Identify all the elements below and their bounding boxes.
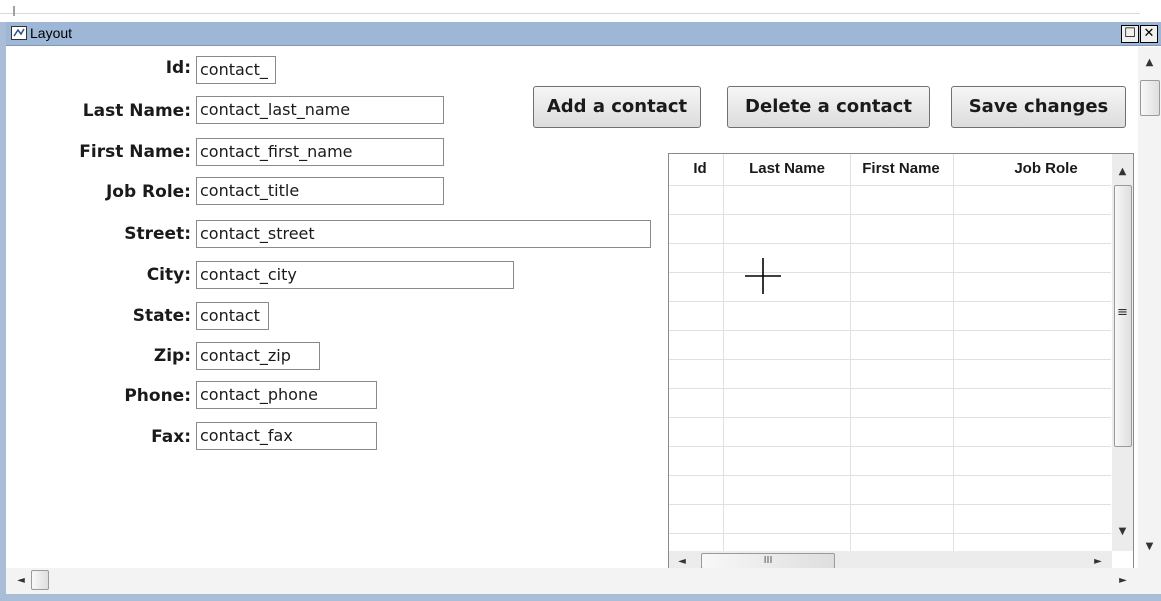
maximize-button[interactable]: ☐ [1121, 25, 1139, 43]
id-label: Id: [165, 58, 191, 78]
window-scroll-down-arrow[interactable]: ▼ [1141, 540, 1158, 554]
window-bottom-border [0, 594, 1161, 601]
column-header-last-name[interactable]: Last Name [727, 160, 847, 177]
grid-scroll-down-arrow[interactable]: ▼ [1115, 525, 1130, 539]
grid-row-divider [669, 475, 1111, 476]
contacts-grid[interactable] [668, 153, 1134, 595]
grid-row-divider [669, 272, 1111, 273]
column-header-job-role[interactable]: Job Role [985, 160, 1107, 177]
state-label: State: [132, 306, 191, 326]
grid-scroll-up-arrow[interactable]: ▲ [1115, 165, 1130, 179]
crosshair-cursor-icon [745, 258, 781, 294]
grid-row-divider [669, 417, 1111, 418]
last-name-field[interactable]: contact_last_name [196, 96, 444, 124]
city-label: City: [146, 265, 191, 285]
close-button[interactable]: ✕ [1140, 25, 1158, 43]
job-role-field[interactable]: contact_title [196, 177, 444, 205]
fax-field[interactable]: contact_fax [196, 422, 377, 450]
id-field[interactable]: contact_ [196, 56, 276, 84]
window-horizontal-scroll-thumb[interactable] [31, 570, 49, 590]
street-field[interactable]: contact_street [196, 220, 651, 248]
grid-row-divider [669, 446, 1111, 447]
grid-horizontal-scroll-thumb[interactable]: III [701, 553, 835, 569]
grid-row-divider [669, 214, 1111, 215]
first-name-label: First Name: [79, 142, 191, 162]
add-contact-button[interactable]: Add a contact [533, 86, 701, 128]
grid-row-divider [669, 330, 1111, 331]
grid-row-divider [669, 504, 1111, 505]
fax-label: Fax: [151, 427, 191, 447]
grid-row-divider [669, 388, 1111, 389]
grip-icon: ≡ [1117, 305, 1128, 320]
window-title: Layout [30, 25, 73, 41]
window-horizontal-scrollbar[interactable] [6, 568, 1161, 594]
window-titlebar[interactable] [6, 22, 1161, 46]
city-field[interactable]: contact_city [196, 261, 514, 289]
window-vertical-scrollbar[interactable] [1138, 47, 1161, 572]
grid-column-divider [723, 154, 724, 551]
window-scroll-left-arrow[interactable]: ◄ [14, 574, 28, 588]
state-field[interactable]: contact [196, 302, 269, 330]
grid-column-divider [850, 154, 851, 551]
zip-field[interactable]: contact_zip [196, 342, 320, 370]
window-scroll-up-arrow[interactable]: ▲ [1141, 56, 1158, 70]
first-name-field[interactable]: contact_first_name [196, 138, 444, 166]
grid-row-divider [669, 533, 1111, 534]
save-changes-button[interactable]: Save changes [951, 86, 1126, 128]
last-name-label: Last Name: [82, 101, 191, 121]
layout-icon [11, 26, 27, 40]
background-tick [13, 6, 15, 16]
grid-row-divider [669, 359, 1111, 360]
column-header-id[interactable]: Id [680, 160, 720, 177]
phone-label: Phone: [124, 386, 191, 406]
delete-contact-button[interactable]: Delete a contact [727, 86, 930, 128]
grid-row-divider [669, 301, 1111, 302]
zip-label: Zip: [153, 346, 191, 366]
grid-scroll-left-arrow[interactable]: ◄ [676, 555, 688, 569]
window-scroll-right-arrow[interactable]: ► [1116, 574, 1130, 588]
grid-row-divider [669, 185, 1111, 186]
grid-scroll-right-arrow[interactable]: ► [1092, 555, 1104, 569]
phone-field[interactable]: contact_phone [196, 381, 377, 409]
grid-row-divider [669, 243, 1111, 244]
column-header-first-name[interactable]: First Name [851, 160, 951, 177]
job-role-label: Job Role: [105, 182, 191, 202]
background-divider [0, 13, 1140, 14]
window-vertical-scroll-thumb[interactable] [1140, 80, 1160, 116]
street-label: Street: [124, 224, 191, 244]
grid-column-divider [953, 154, 954, 551]
